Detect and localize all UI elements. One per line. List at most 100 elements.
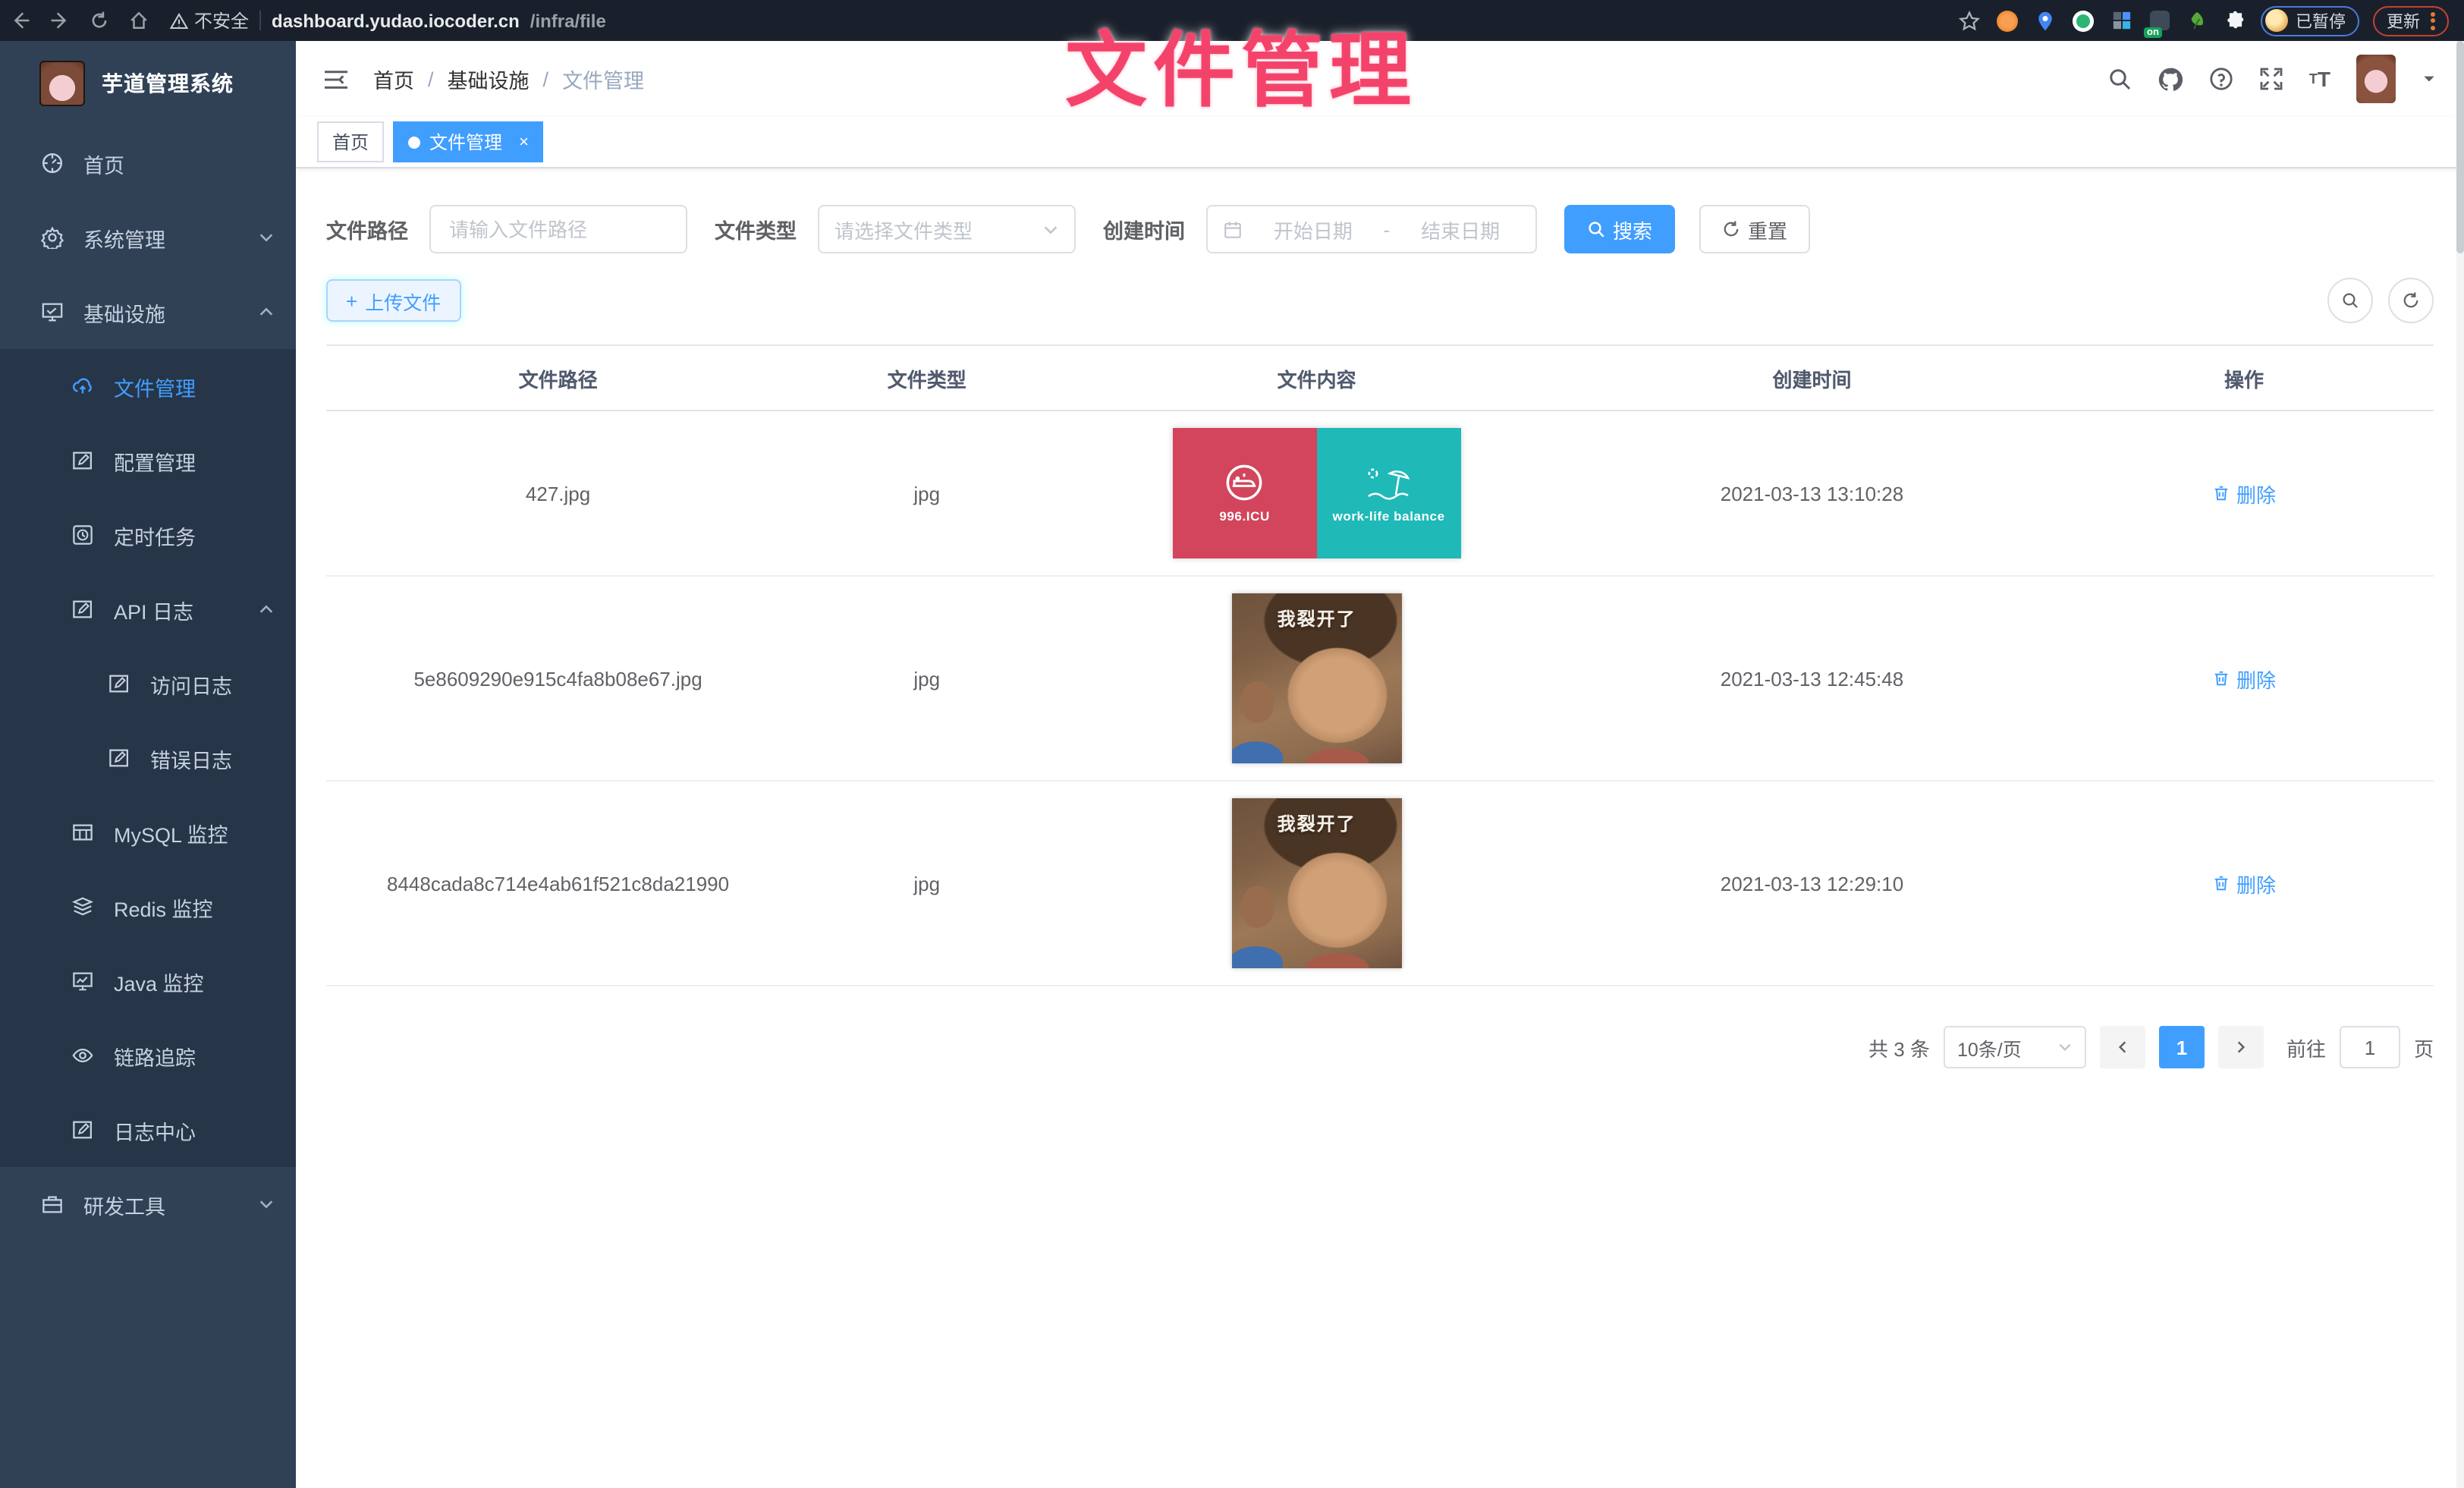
date-range-picker[interactable]: 开始日期 - 结束日期 (1206, 205, 1537, 253)
close-icon[interactable]: × (519, 133, 529, 151)
extensions-puzzle-icon[interactable] (2223, 8, 2247, 33)
not-secure-warning[interactable]: 不安全 (170, 8, 249, 33)
bookmark-star-icon[interactable] (1957, 8, 1982, 33)
search-button[interactable]: 搜索 (1564, 205, 1675, 253)
extension-orange-icon[interactable] (1995, 8, 2019, 33)
url-path: /infra/file (530, 10, 606, 31)
monitor-check-icon (39, 300, 64, 324)
app-title: 芋道管理系统 (102, 68, 234, 99)
sidebar-item-file-management[interactable]: 文件管理 (0, 349, 296, 423)
timer-icon (70, 523, 94, 547)
cell-actions: 删除 (2054, 781, 2434, 986)
eye-icon (70, 1043, 94, 1068)
sidebar-item-access-log[interactable]: 访问日志 (0, 646, 296, 721)
file-path-input[interactable] (446, 216, 671, 242)
page-unit-label: 页 (2414, 1033, 2434, 1062)
browser-back-button[interactable] (0, 0, 39, 41)
sidebar-menu: 首页 系统管理 基础设施 (0, 126, 296, 1241)
sidebar-item-job[interactable]: 定时任务 (0, 498, 296, 572)
banner-balance-right: work-life balance (1317, 428, 1461, 558)
scrollbar-thumb[interactable] (2456, 41, 2464, 253)
trash-icon (2212, 669, 2230, 687)
refresh-table-button[interactable] (2388, 278, 2434, 323)
sidebar-item-system[interactable]: 系统管理 (0, 200, 296, 275)
extension-green-ring-icon[interactable] (2071, 8, 2095, 33)
breadcrumb-home[interactable]: 首页 (373, 64, 414, 94)
page-scrollbar[interactable] (2456, 41, 2464, 1488)
table-row: 5e8609290e915c4fa8b08e67.jpg jpg 我裂开了 20… (326, 576, 2434, 781)
chevron-down-icon (258, 1196, 275, 1213)
sidebar-item-redis[interactable]: Redis 监控 (0, 870, 296, 944)
sidebar-item-log-center[interactable]: 日志中心 (0, 1093, 296, 1167)
baby-meme-caption: 我裂开了 (1278, 606, 1356, 631)
page-number-current[interactable]: 1 (2159, 1026, 2205, 1068)
file-thumbnail-baby-meme[interactable]: 我裂开了 (1232, 593, 1402, 763)
prev-page-button[interactable] (2100, 1026, 2145, 1068)
table-row: 8448cada8c714e4ab61f521c8da21990 jpg 我裂开… (326, 781, 2434, 986)
file-type-select[interactable]: 请选择文件类型 (818, 205, 1076, 253)
search-button-label: 搜索 (1613, 215, 1652, 244)
tab-home[interactable]: 首页 (317, 121, 384, 162)
browser-forward-button[interactable] (39, 0, 79, 41)
sidebar-item-java[interactable]: Java 监控 (0, 944, 296, 1018)
font-size-icon[interactable]: TT (2309, 67, 2330, 91)
search-icon[interactable] (2107, 67, 2132, 91)
extension-on-switch-icon[interactable]: on (2147, 8, 2171, 33)
sidebar-item-label: 配置管理 (114, 445, 196, 476)
sidebar-item-home[interactable]: 首页 (0, 126, 296, 200)
sidebar-item-infra[interactable]: 基础设施 (0, 275, 296, 349)
collapse-menu-icon[interactable] (323, 68, 349, 90)
sidebar-item-mysql[interactable]: MySQL 监控 (0, 795, 296, 870)
reset-button[interactable]: 重置 (1699, 205, 1810, 253)
extension-leaf-icon[interactable] (2185, 8, 2209, 33)
browser-reload-button[interactable] (79, 0, 118, 41)
next-page-button[interactable] (2218, 1026, 2264, 1068)
sidebar-item-api-log[interactable]: API 日志 (0, 572, 296, 646)
file-path-input-wrap (429, 205, 687, 253)
browser-menu-icon[interactable] (2431, 9, 2435, 32)
caret-down-icon[interactable] (2422, 71, 2437, 87)
browser-toolbar-right: on 已暂停 更新 (1957, 5, 2464, 36)
update-chip[interactable]: 更新 (2373, 5, 2449, 36)
file-thumbnail-baby-meme[interactable]: 我裂开了 (1232, 798, 1402, 968)
delete-label: 删除 (2236, 479, 2276, 508)
profile-paused-chip[interactable]: 已暂停 (2261, 5, 2359, 36)
sidebar-item-label: 日志中心 (114, 1115, 196, 1145)
page-size-value: 10条/页 (1957, 1033, 2022, 1062)
sidebar-item-label: 研发工具 (83, 1189, 165, 1219)
upload-file-button[interactable]: + 上传文件 (326, 279, 460, 322)
extension-pin-icon[interactable] (2033, 8, 2057, 33)
create-time-label: 创建时间 (1103, 214, 1185, 244)
tab-file-management[interactable]: 文件管理 × (393, 121, 544, 162)
start-date-placeholder: 开始日期 (1253, 215, 1373, 244)
help-icon[interactable] (2209, 67, 2233, 91)
browser-home-button[interactable] (118, 0, 158, 41)
plus-icon: + (346, 291, 357, 310)
toggle-search-button[interactable] (2327, 278, 2373, 323)
sidebar-item-label: 基础设施 (83, 297, 165, 327)
file-thumbnail-996-banner[interactable]: 996.ICU work-life balance (1173, 428, 1461, 558)
delete-button[interactable]: 删除 (2212, 664, 2276, 693)
sidebar-item-trace[interactable]: 链路追踪 (0, 1018, 296, 1093)
delete-button[interactable]: 删除 (2212, 869, 2276, 898)
github-icon[interactable] (2158, 66, 2183, 92)
sidebar-logo-row[interactable]: 芋道管理系统 (0, 41, 296, 126)
sidebar-item-config[interactable]: 配置管理 (0, 423, 296, 498)
sidebar-item-label: Redis 监控 (114, 892, 213, 922)
file-path-label: 文件路径 (326, 214, 408, 244)
delete-button[interactable]: 删除 (2212, 479, 2276, 508)
edit-square-icon (106, 746, 130, 770)
fullscreen-icon[interactable] (2259, 67, 2283, 91)
user-avatar[interactable] (2356, 55, 2396, 103)
refresh-icon (1722, 220, 1740, 238)
profile-avatar (2265, 9, 2288, 32)
file-type-placeholder: 请选择文件类型 (834, 215, 973, 244)
chevron-down-icon (1042, 221, 1059, 238)
extension-grid-icon[interactable] (2109, 8, 2133, 33)
address-bar[interactable]: 不安全 dashboard.yudao.iocoder.cn/infra/fil… (170, 8, 606, 33)
goto-page-input[interactable] (2340, 1026, 2400, 1068)
sidebar-item-error-log[interactable]: 错误日志 (0, 721, 296, 795)
breadcrumb-section[interactable]: 基础设施 (448, 64, 530, 94)
page-size-select[interactable]: 10条/页 (1944, 1026, 2086, 1068)
sidebar-item-devtools[interactable]: 研发工具 (0, 1167, 296, 1241)
